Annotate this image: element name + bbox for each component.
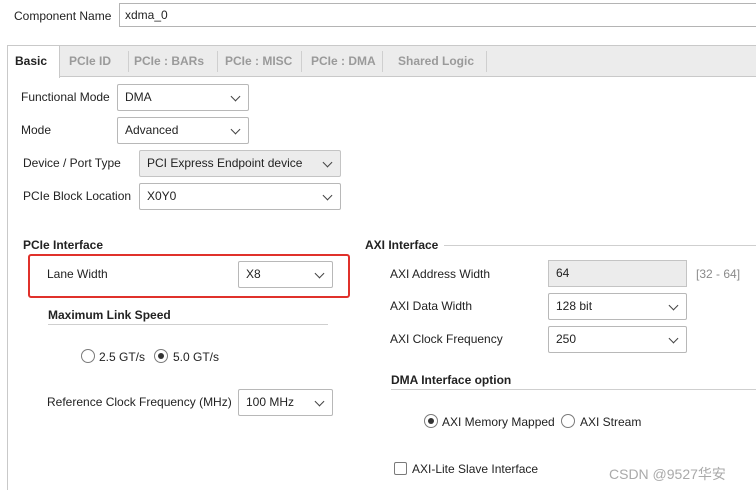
radio-axi-stream[interactable] xyxy=(561,414,575,428)
mode-dropdown[interactable]: Advanced xyxy=(117,117,249,144)
lane-width-dropdown[interactable]: X8 xyxy=(238,261,333,288)
ref-clock-dropdown[interactable]: 100 MHz xyxy=(238,389,333,416)
chevron-down-icon xyxy=(230,124,241,135)
device-port-type-label: Device / Port Type xyxy=(23,156,121,170)
tab-pcie-id[interactable]: PCIe ID xyxy=(69,46,111,77)
tab-separator xyxy=(217,51,218,72)
axi-address-width-field: 64 xyxy=(548,260,687,287)
component-name-input[interactable] xyxy=(119,3,756,27)
radio-axi-memory-mapped-label: AXI Memory Mapped xyxy=(442,415,555,429)
pcie-interface-title: PCIe Interface xyxy=(23,238,104,252)
ref-clock-label: Reference Clock Frequency (MHz) xyxy=(47,395,232,409)
axi-lite-slave-label: AXI-Lite Slave Interface xyxy=(412,462,539,476)
tab-pcie-dma[interactable]: PCIe : DMA xyxy=(311,46,376,77)
axi-address-width-range: [32 - 64] xyxy=(696,267,741,281)
functional-mode-label: Functional Mode xyxy=(21,90,110,104)
divider xyxy=(444,245,756,246)
axi-data-width-dropdown[interactable]: 128 bit xyxy=(548,293,687,320)
chevron-down-icon xyxy=(668,333,679,344)
functional-mode-dropdown[interactable]: DMA xyxy=(117,84,249,111)
mode-value: Advanced xyxy=(125,123,179,137)
tab-basic[interactable]: Basic xyxy=(8,46,60,78)
axi-data-width-label: AXI Data Width xyxy=(390,299,473,313)
tab-shared-logic[interactable]: Shared Logic xyxy=(398,46,474,77)
axi-clock-frequency-dropdown[interactable]: 250 xyxy=(548,326,687,353)
chevron-down-icon xyxy=(314,396,325,407)
divider xyxy=(48,324,328,325)
device-port-type-dropdown[interactable]: PCI Express Endpoint device xyxy=(139,150,341,177)
tab-pcie-bars[interactable]: PCIe : BARs xyxy=(134,46,204,77)
block-location-value: X0Y0 xyxy=(147,189,177,203)
device-port-type-value: PCI Express Endpoint device xyxy=(147,156,303,170)
chevron-down-icon xyxy=(322,190,333,201)
tab-separator xyxy=(301,51,302,72)
radio-5-0-gts-label: 5.0 GT/s xyxy=(173,350,220,364)
radio-2-5-gts-label: 2.5 GT/s xyxy=(99,350,146,364)
axi-address-width-label: AXI Address Width xyxy=(390,267,491,281)
chevron-down-icon xyxy=(322,157,333,168)
axi-lite-slave-checkbox[interactable] xyxy=(394,462,407,475)
radio-axi-memory-mapped[interactable] xyxy=(424,414,438,428)
tab-separator xyxy=(382,51,383,72)
tab-bar: Basic PCIe ID PCIe : BARs PCIe : MISC PC… xyxy=(8,46,756,78)
axi-clock-frequency-label: AXI Clock Frequency xyxy=(390,332,503,346)
axi-interface-title: AXI Interface xyxy=(365,238,439,252)
max-link-speed-title: Maximum Link Speed xyxy=(48,308,171,322)
watermark-text: CSDN @9527华安 xyxy=(609,466,726,482)
functional-mode-value: DMA xyxy=(125,90,152,104)
axi-clock-frequency-value: 250 xyxy=(556,332,577,346)
chevron-down-icon xyxy=(668,300,679,311)
divider xyxy=(391,389,756,390)
block-location-label: PCIe Block Location xyxy=(23,189,132,203)
mode-label: Mode xyxy=(21,123,52,137)
lane-width-label: Lane Width xyxy=(47,267,108,281)
ref-clock-value: 100 MHz xyxy=(246,395,295,409)
tab-separator xyxy=(486,51,487,72)
axi-data-width-value: 128 bit xyxy=(556,299,593,313)
tab-separator xyxy=(128,51,129,72)
chevron-down-icon xyxy=(230,91,241,102)
radio-5-0-gts[interactable] xyxy=(154,349,168,363)
radio-2-5-gts[interactable] xyxy=(81,349,95,363)
dma-interface-option-title: DMA Interface option xyxy=(391,373,512,387)
tab-pcie-misc[interactable]: PCIe : MISC xyxy=(225,46,292,77)
axi-address-width-value: 64 xyxy=(556,266,570,280)
block-location-dropdown[interactable]: X0Y0 xyxy=(139,183,341,210)
chevron-down-icon xyxy=(314,268,325,279)
component-name-label: Component Name xyxy=(14,9,112,23)
radio-axi-stream-label: AXI Stream xyxy=(580,415,642,429)
lane-width-value: X8 xyxy=(246,267,261,281)
